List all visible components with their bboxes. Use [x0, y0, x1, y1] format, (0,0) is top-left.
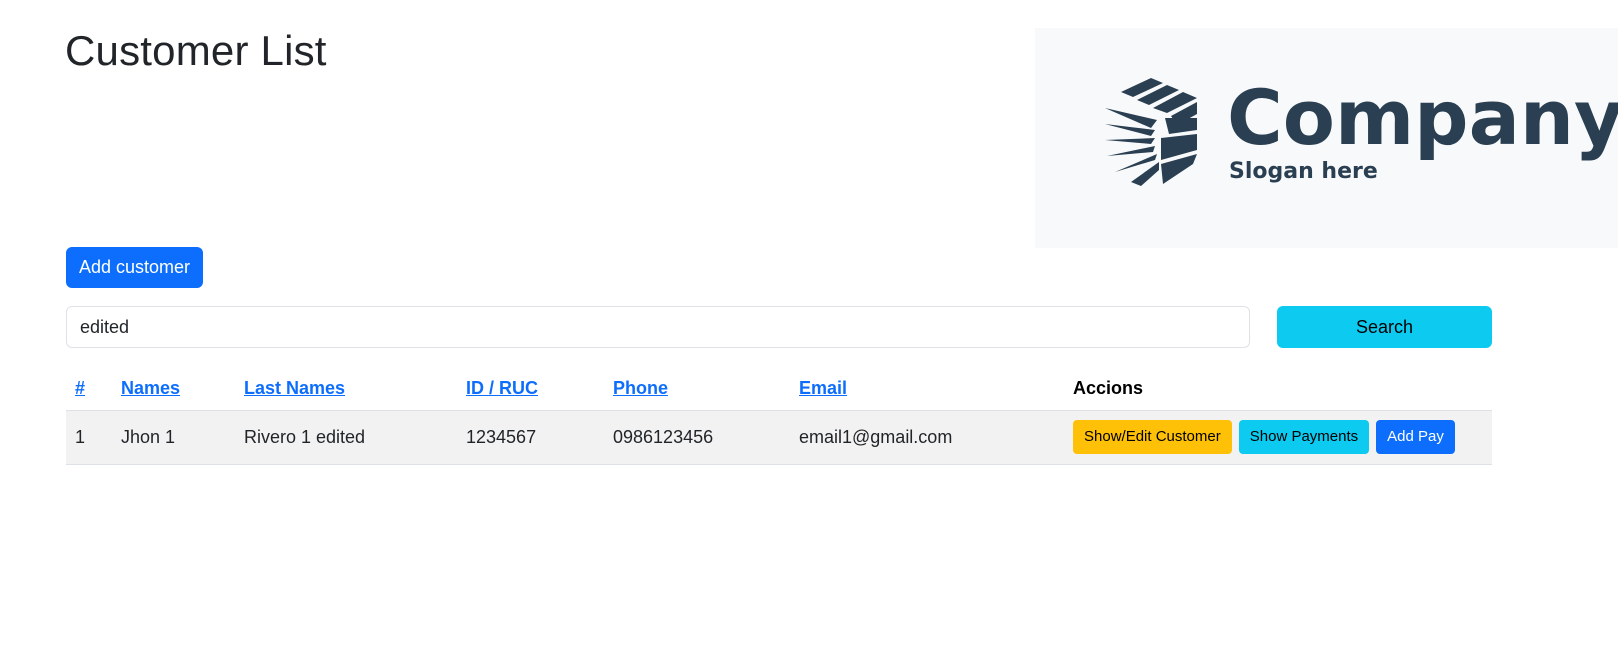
- header-names: Names: [112, 368, 235, 411]
- cell-num: 1: [66, 410, 112, 465]
- logo-cube-icon: [1105, 76, 1199, 186]
- cell-last-names: Rivero 1 edited: [235, 410, 457, 465]
- logo-company-name: Company: [1227, 73, 1618, 162]
- table-row: 1 Jhon 1 Rivero 1 edited 1234567 0986123…: [66, 410, 1492, 465]
- company-logo: Company Slogan here: [1035, 28, 1618, 248]
- sort-email-link[interactable]: Email: [799, 378, 847, 398]
- add-customer-button[interactable]: Add customer: [66, 247, 203, 288]
- customer-list-page: Customer List Company Slogan here Add cu…: [0, 0, 1618, 657]
- sort-phone-link[interactable]: Phone: [613, 378, 668, 398]
- cell-id-ruc: 1234567: [457, 410, 604, 465]
- logo-slogan: Slogan here: [1229, 159, 1378, 184]
- header-id-ruc: ID / RUC: [457, 368, 604, 411]
- sort-id-ruc-link[interactable]: ID / RUC: [466, 378, 538, 398]
- header-last-names: Last Names: [235, 368, 457, 411]
- show-payments-button[interactable]: Show Payments: [1238, 420, 1370, 454]
- search-input[interactable]: [66, 306, 1250, 348]
- cell-email: email1@gmail.com: [790, 410, 1064, 465]
- sort-num-link[interactable]: #: [75, 378, 85, 398]
- cell-names: Jhon 1: [112, 410, 235, 465]
- sort-last-names-link[interactable]: Last Names: [244, 378, 345, 398]
- header-phone: Phone: [604, 368, 790, 411]
- search-button[interactable]: Search: [1277, 306, 1492, 348]
- customer-table-container: # Names Last Names ID / RUC Phone Email …: [66, 368, 1492, 465]
- sort-names-link[interactable]: Names: [121, 378, 180, 398]
- table-header-row: # Names Last Names ID / RUC Phone Email …: [66, 368, 1492, 411]
- show-edit-customer-button[interactable]: Show/Edit Customer: [1073, 420, 1232, 454]
- page-title: Customer List: [65, 27, 327, 74]
- customer-table: # Names Last Names ID / RUC Phone Email …: [66, 368, 1492, 465]
- cell-actions: Show/Edit Customer Show Payments Add Pay: [1064, 410, 1492, 465]
- header-email: Email: [790, 368, 1064, 411]
- cell-phone: 0986123456: [604, 410, 790, 465]
- add-pay-button[interactable]: Add Pay: [1376, 420, 1455, 454]
- header-actions: Accions: [1064, 368, 1492, 411]
- header-num: #: [66, 368, 112, 411]
